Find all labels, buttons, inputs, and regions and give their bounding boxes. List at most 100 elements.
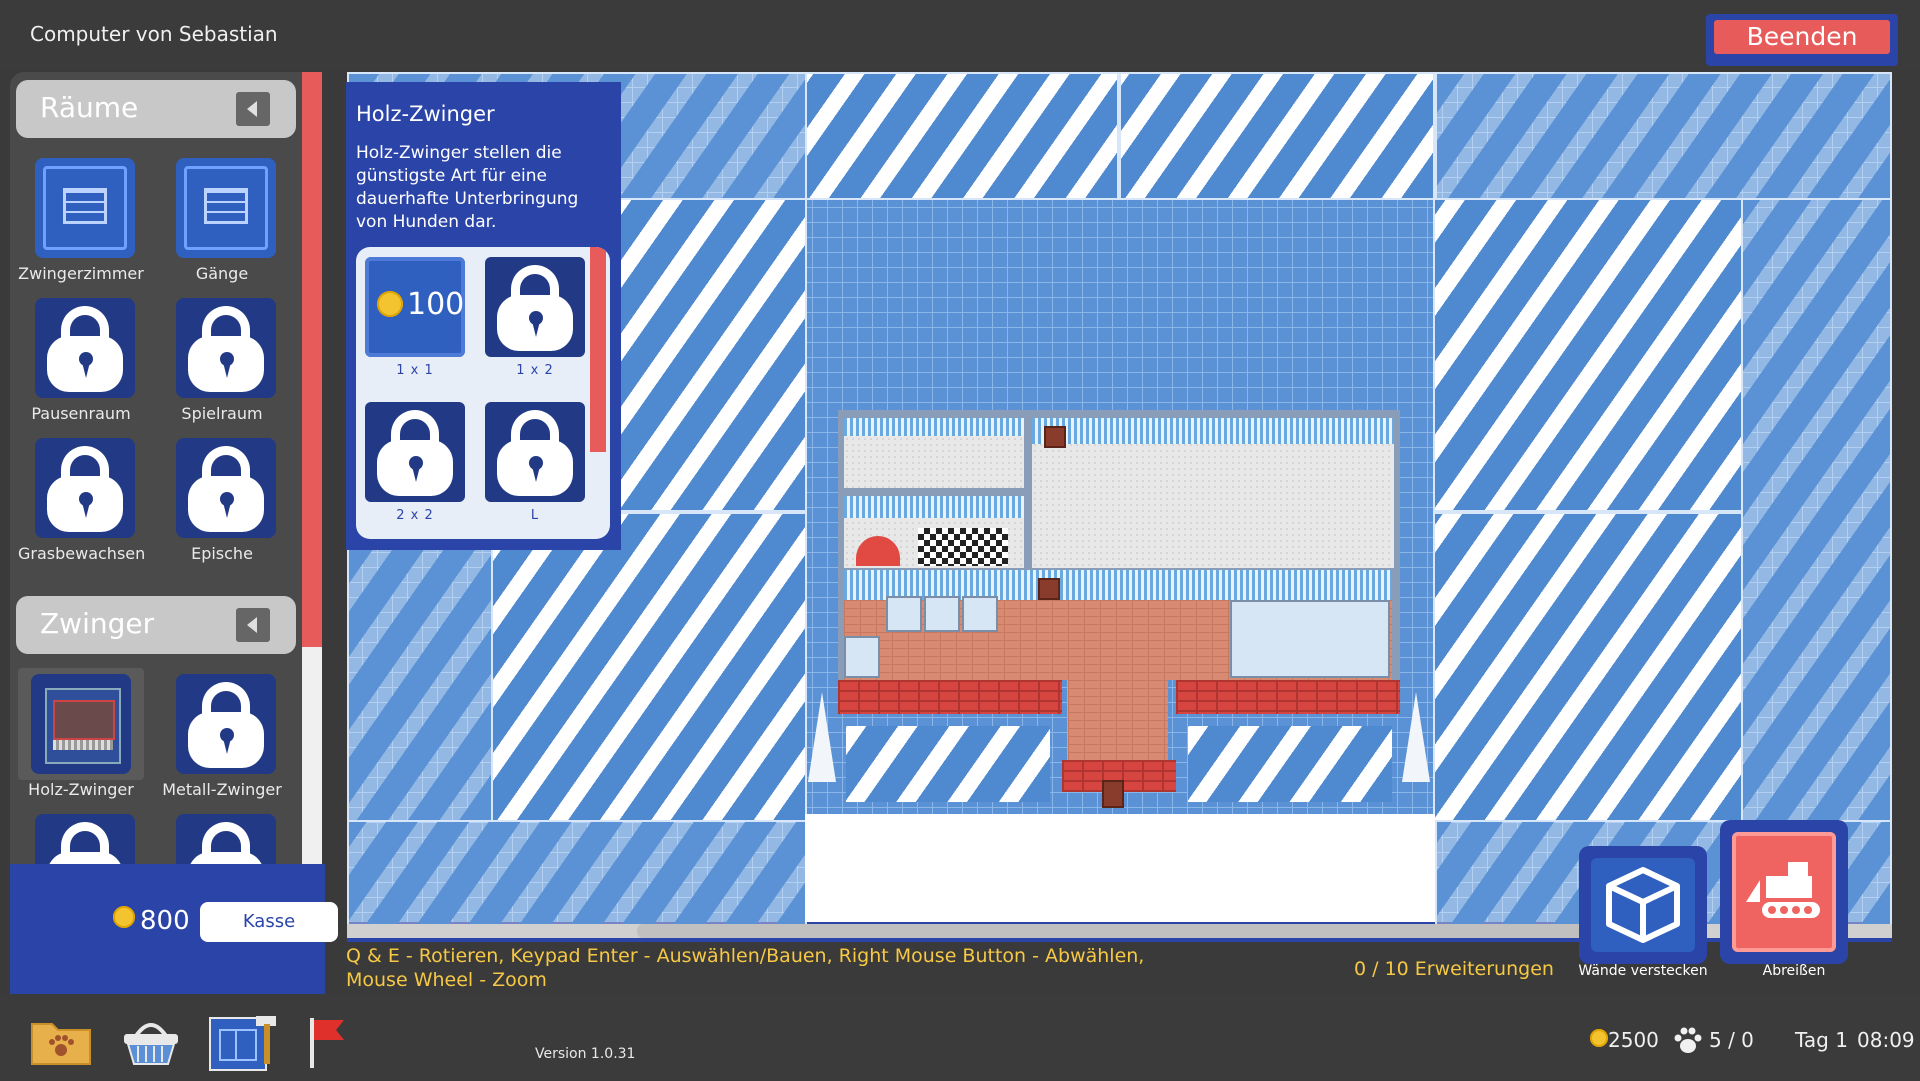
tile-label: Holz-Zwinger [28, 780, 134, 799]
door[interactable] [1044, 426, 1066, 448]
window-title: Computer von Sebastian [30, 22, 278, 46]
lock-icon [45, 820, 125, 864]
quit-button[interactable]: Beenden [1714, 20, 1890, 54]
demolish-label: Abreißen [1762, 963, 1826, 979]
category-header-rooms[interactable]: Räume [16, 80, 296, 138]
locked-tile [176, 814, 276, 864]
quit-button-frame[interactable]: Beenden [1706, 14, 1898, 66]
locked-plot[interactable] [1741, 198, 1892, 822]
locked-plot[interactable] [1433, 512, 1743, 822]
room-icon [35, 158, 135, 258]
category-title: Zwinger [40, 607, 155, 640]
brick-wall-icon [63, 188, 107, 224]
horizontal-scroll-thumb[interactable] [637, 924, 1637, 938]
red-flag-icon[interactable] [302, 1010, 368, 1070]
shape-option[interactable]: 100 [365, 257, 465, 357]
brick-wall-icon [204, 188, 248, 224]
hide-walls-button[interactable] [1579, 846, 1707, 964]
tile-label: Spielraum [181, 404, 263, 423]
empty-area [805, 814, 1435, 922]
collapse-arrow-icon[interactable] [236, 92, 270, 126]
hide-walls-icon-frame[interactable] [1591, 858, 1695, 952]
controls-hint: Q & E - Rotieren, Keypad Enter - Auswähl… [346, 945, 1145, 991]
coin-icon [377, 291, 403, 317]
lock-icon [186, 304, 266, 392]
room-icon [176, 158, 276, 258]
collapse-arrow-icon[interactable] [236, 608, 270, 642]
lock-icon [186, 820, 266, 864]
checkout-button[interactable]: Kasse [200, 902, 338, 942]
build-menu: Räume Zwingerzimmer Gänge Pausenraum Spi… [10, 72, 302, 864]
kennel-cell[interactable] [924, 596, 960, 632]
version-label: Version 1.0.31 [535, 1046, 636, 1062]
tile-label: Pausenraum [31, 404, 131, 423]
hide-walls-label: Wände verstecken [1578, 963, 1708, 979]
tile-label: Gänge [195, 264, 249, 283]
lock-icon [186, 680, 266, 768]
lock-icon [495, 263, 575, 351]
locked-tile [35, 298, 135, 398]
kennel-tile [31, 674, 131, 774]
door[interactable] [1038, 578, 1060, 600]
kennel-cell[interactable] [962, 596, 998, 632]
shape-label: 2 x 2 [396, 508, 434, 523]
lock-icon [495, 408, 575, 496]
tree-icon [808, 692, 836, 782]
locked-tile [176, 438, 276, 538]
wallet-amount: 800 [140, 906, 190, 936]
coin-icon [113, 906, 135, 928]
item-title: Holz-Zwinger [356, 102, 495, 126]
kennel-building[interactable] [808, 410, 1430, 810]
locked-tile [35, 438, 135, 538]
title-bar: Computer von Sebastian Beenden [0, 0, 1920, 70]
locked-plot[interactable] [347, 820, 807, 930]
yard-plot[interactable] [846, 726, 1050, 802]
locked-plot[interactable] [491, 512, 807, 822]
lock-icon [45, 444, 125, 532]
shape-option[interactable] [485, 402, 585, 502]
category-header-kennels[interactable]: Zwinger [16, 596, 296, 654]
coin-icon [1590, 1029, 1608, 1047]
day-label: Tag 1 [1795, 1028, 1848, 1052]
shop-basket-icon[interactable] [118, 1010, 184, 1070]
lock-icon [375, 408, 455, 496]
shape-label: L [530, 508, 540, 523]
tile-label: Metall-Zwinger [162, 780, 282, 799]
folder-paw-icon[interactable] [28, 1010, 94, 1070]
item-description: Holz-Zwinger stellen die günstigste Art … [356, 143, 579, 232]
category-title: Räume [40, 91, 139, 124]
tile-label: Grasbewachsene Spielraum [18, 544, 144, 566]
clock-time: 08:09 [1857, 1028, 1915, 1052]
wooden-kennel-icon [45, 688, 121, 764]
shape-option[interactable] [485, 257, 585, 357]
lock-icon [186, 444, 266, 532]
kennel-cell[interactable] [886, 596, 922, 632]
locked-plot[interactable] [347, 512, 493, 822]
locked-plot[interactable] [805, 72, 1119, 200]
expansions-counter: 0 / 10 Erweiterungen [1354, 958, 1554, 980]
shape-label: 1 x 1 [396, 363, 434, 378]
kennel-cell[interactable] [1230, 600, 1390, 678]
locked-plot[interactable] [1435, 72, 1892, 200]
demolish-icon-frame[interactable] [1732, 832, 1836, 952]
yard-plot[interactable] [1188, 726, 1392, 802]
locked-tile [35, 814, 135, 864]
locked-plot[interactable] [1433, 198, 1743, 512]
demolish-button[interactable] [1720, 820, 1848, 964]
tile-label: Zwingerzimmer [18, 264, 144, 283]
kennel-cell[interactable] [844, 636, 880, 678]
bulldozer-icon [1746, 862, 1820, 918]
shape-label: 1 x 2 [516, 363, 554, 378]
build-blueprint-icon[interactable] [206, 1010, 276, 1071]
shape-option[interactable] [365, 402, 465, 502]
build-menu-scroll-thumb[interactable] [302, 72, 322, 647]
paw-icon [1674, 1027, 1702, 1053]
dog-count: 5 / 0 [1709, 1028, 1754, 1052]
shape-scrollbar[interactable] [590, 247, 606, 452]
entrance-door[interactable] [1102, 780, 1124, 808]
locked-plot[interactable] [1119, 72, 1435, 200]
item-info-panel: Holz-Zwinger Holz-Zwinger stellen die gü… [346, 82, 621, 550]
shape-selector: 100 1 x 1 1 x 2 2 x 2 L [356, 247, 610, 539]
cube-icon [1606, 867, 1680, 943]
price-value: 100 [407, 287, 465, 322]
